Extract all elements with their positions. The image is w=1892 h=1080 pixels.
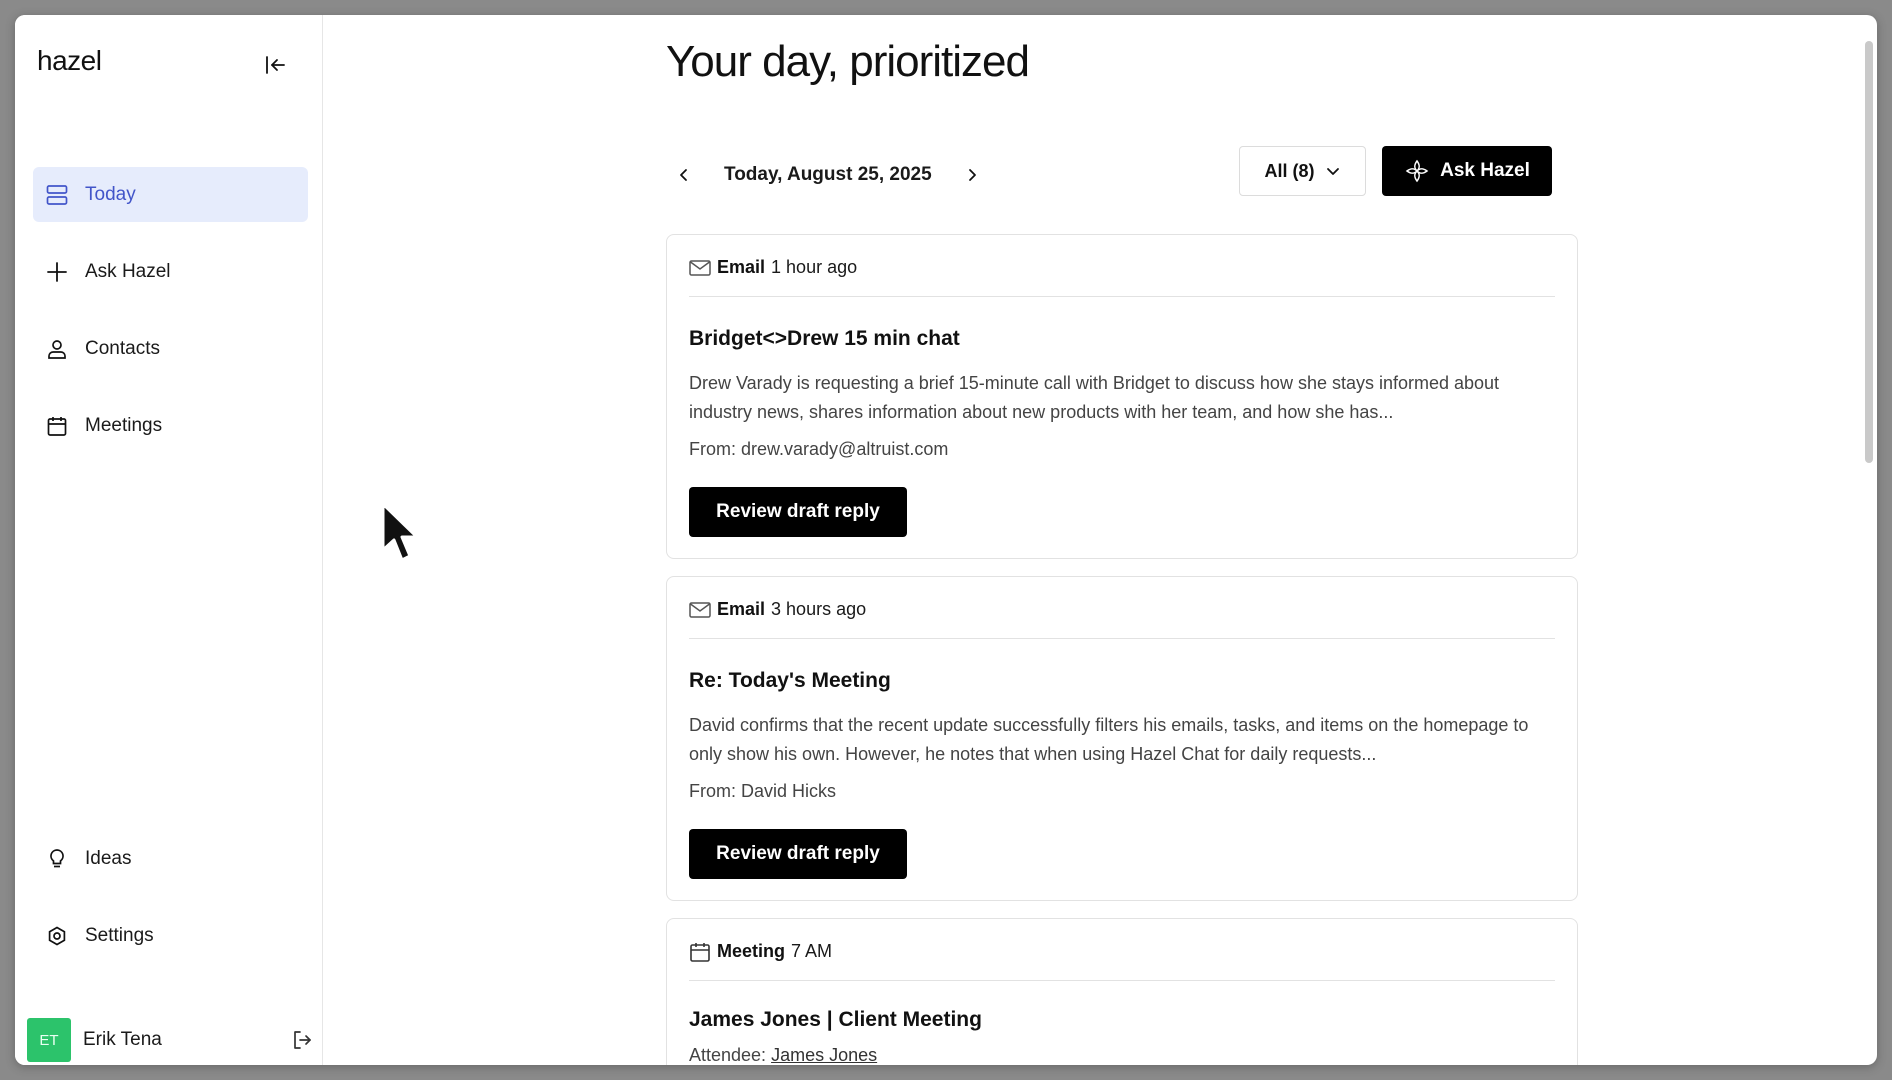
card-type: Meeting	[717, 941, 786, 961]
attendee-label: Attendee:	[689, 1045, 767, 1065]
collapse-sidebar-button[interactable]	[259, 49, 291, 81]
sidebar-item-label: Contacts	[85, 337, 160, 359]
avatar[interactable]: ET	[27, 1018, 71, 1062]
ask-hazel-label: Ask Hazel	[1440, 160, 1530, 181]
previous-day-button[interactable]	[666, 157, 702, 193]
filter-label: All (8)	[1264, 160, 1315, 181]
sidebar-item-label: Ideas	[85, 847, 132, 869]
logout-button[interactable]	[287, 1025, 317, 1055]
calendar-icon	[43, 412, 71, 440]
sidebar-item-label: Settings	[85, 924, 154, 946]
mouse-pointer-icon	[381, 502, 419, 562]
chevron-right-icon	[968, 169, 976, 181]
sidebar-item-contacts[interactable]: Contacts	[33, 321, 308, 376]
ask-hazel-button[interactable]: Ask Hazel	[1382, 146, 1552, 196]
email-card[interactable]: Email 3 hours ago Re: Today's Meeting Da…	[666, 576, 1578, 901]
card-time: 3 hours ago	[771, 599, 867, 619]
card-sender: From: David Hicks	[689, 781, 837, 801]
chevron-left-icon	[680, 169, 687, 181]
meeting-card[interactable]: Meeting 7 AM James Jones | Client Meetin…	[666, 918, 1578, 1065]
sidebar-item-ideas[interactable]: Ideas	[33, 831, 308, 886]
user-name: Erik Tena	[83, 1029, 162, 1050]
mail-icon	[689, 601, 711, 619]
next-day-button[interactable]	[954, 157, 990, 193]
current-date: Today, August 25, 2025	[724, 164, 932, 185]
sidebar-item-today[interactable]: Today	[33, 167, 308, 222]
card-header: Email 3 hours ago	[689, 599, 1555, 639]
card-attendee: Attendee: James Jones	[689, 1045, 877, 1065]
sidebar-item-label: Meetings	[85, 414, 163, 436]
card-time: 1 hour ago	[771, 257, 858, 277]
mail-icon	[689, 259, 711, 277]
person-icon	[43, 335, 71, 363]
collapse-left-icon	[266, 56, 285, 74]
app-window: hazel Today Ask Hazel Contacts Meetings …	[15, 15, 1877, 1065]
card-title: James Jones | Client Meeting	[689, 1008, 982, 1031]
email-card[interactable]: Email 1 hour ago Bridget<>Drew 15 min ch…	[666, 234, 1578, 559]
card-header: Email 1 hour ago	[689, 257, 1555, 297]
sidebar: hazel Today Ask Hazel Contacts Meetings …	[15, 15, 323, 1065]
card-summary: Drew Varady is requesting a brief 15-min…	[689, 373, 1500, 422]
card-title: Re: Today's Meeting	[689, 669, 891, 692]
sidebar-item-label: Ask Hazel	[85, 260, 171, 282]
hazel-sparkle-icon	[1404, 158, 1430, 184]
page-title: Your day, prioritized	[666, 37, 1030, 86]
logout-icon	[294, 1031, 311, 1049]
review-draft-reply-button[interactable]: Review draft reply	[689, 487, 907, 537]
app-logo[interactable]: hazel	[37, 45, 102, 77]
sidebar-item-settings[interactable]: Settings	[33, 908, 308, 963]
chevron-down-icon	[1325, 163, 1341, 179]
card-header: Meeting 7 AM	[689, 941, 1555, 981]
main-content: Your day, prioritized Today, August 25, …	[323, 15, 1877, 1065]
filter-dropdown[interactable]: All (8)	[1239, 146, 1366, 196]
card-sender: From: drew.varady@altruist.com	[689, 439, 949, 459]
date-navigator: Today, August 25, 2025	[666, 155, 990, 195]
card-type: Email	[717, 599, 766, 619]
sidebar-item-label: Today	[85, 183, 136, 205]
review-draft-reply-button[interactable]: Review draft reply	[689, 829, 907, 879]
lightbulb-icon	[43, 845, 71, 873]
card-title: Bridget<>Drew 15 min chat	[689, 327, 960, 350]
plus-icon	[43, 258, 71, 286]
card-time: 7 AM	[791, 941, 833, 961]
settings-icon	[43, 922, 71, 950]
scrollbar[interactable]	[1865, 41, 1873, 463]
today-icon	[43, 181, 71, 209]
sidebar-item-ask-hazel[interactable]: Ask Hazel	[33, 244, 308, 299]
card-type: Email	[717, 257, 766, 277]
attendee-link[interactable]: James Jones	[771, 1045, 877, 1065]
sidebar-item-meetings[interactable]: Meetings	[33, 398, 308, 453]
user-profile: ET Erik Tena	[27, 1017, 317, 1063]
card-summary: David confirms that the recent update su…	[689, 715, 1529, 764]
calendar-icon	[689, 941, 711, 963]
